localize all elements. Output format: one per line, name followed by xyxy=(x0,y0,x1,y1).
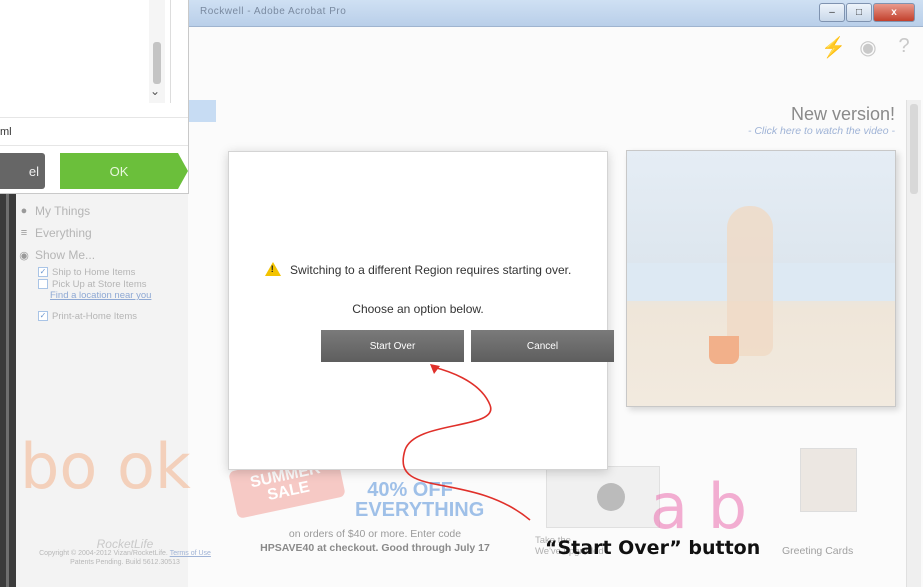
annotation-label: “Start Over” button xyxy=(545,537,761,559)
annotation-arrow xyxy=(402,364,531,521)
